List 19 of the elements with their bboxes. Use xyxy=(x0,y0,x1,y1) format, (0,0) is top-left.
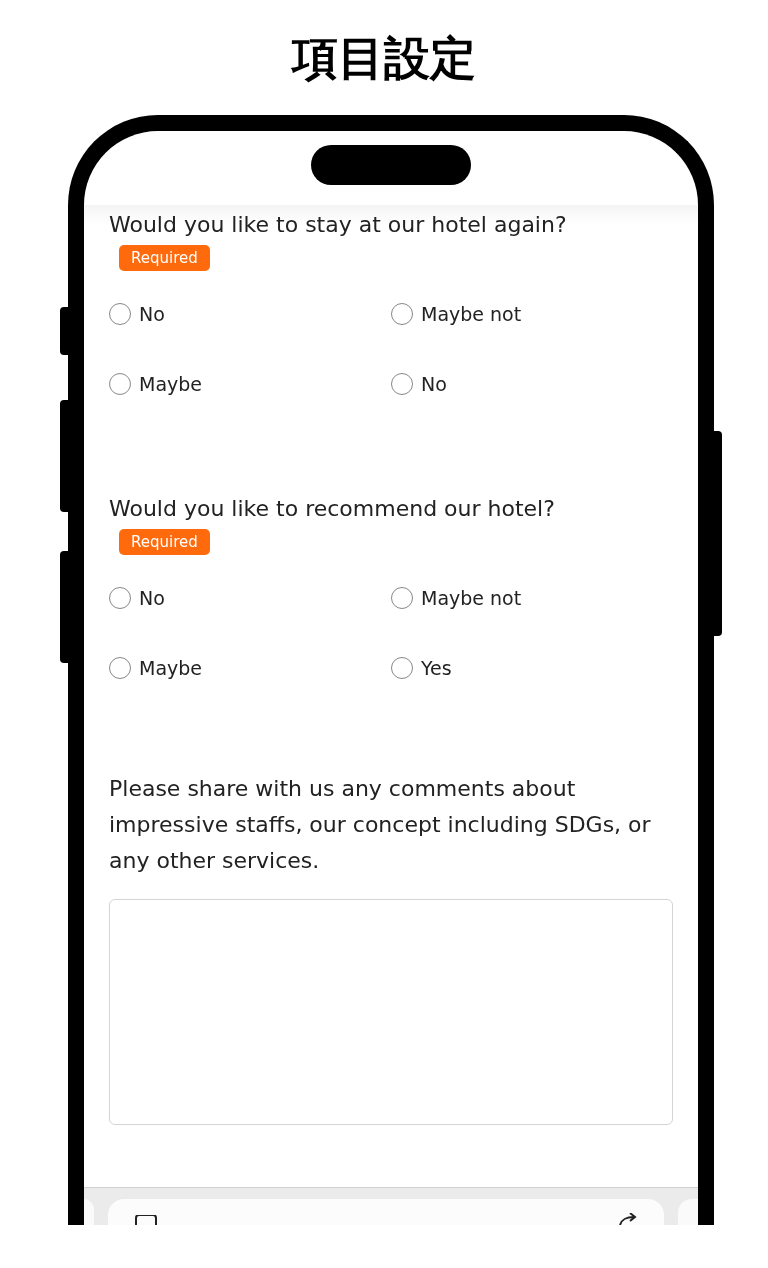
radio-option[interactable]: Maybe xyxy=(109,349,391,419)
required-badge: Required xyxy=(119,529,210,555)
required-badge: Required xyxy=(119,245,210,271)
radio-option[interactable]: Maybe xyxy=(109,633,391,703)
browser-tab-edge[interactable] xyxy=(678,1199,698,1225)
page-title: 項目設定 xyxy=(292,30,476,87)
share-icon[interactable] xyxy=(618,1213,638,1225)
radio-option[interactable]: No xyxy=(391,349,673,419)
browser-tab-edge[interactable] xyxy=(84,1199,94,1225)
radio-option[interactable]: No xyxy=(109,279,391,349)
radio-option[interactable]: Maybe not xyxy=(391,279,673,349)
question-text: Would you like to stay at our hotel again? xyxy=(109,211,568,239)
radio-option[interactable]: No xyxy=(109,563,391,633)
radio-option[interactable]: Yes xyxy=(391,633,673,703)
radio-option[interactable]: Maybe not xyxy=(391,563,673,633)
question-text: Would you like to recommend our hotel? xyxy=(109,495,556,523)
comment-prompt: Please share with us any comments about impressive staffs, our concept including SDGs, or any other services. xyxy=(109,775,652,875)
comment-field[interactable] xyxy=(109,899,673,1125)
tabs-icon[interactable] xyxy=(134,1215,158,1225)
